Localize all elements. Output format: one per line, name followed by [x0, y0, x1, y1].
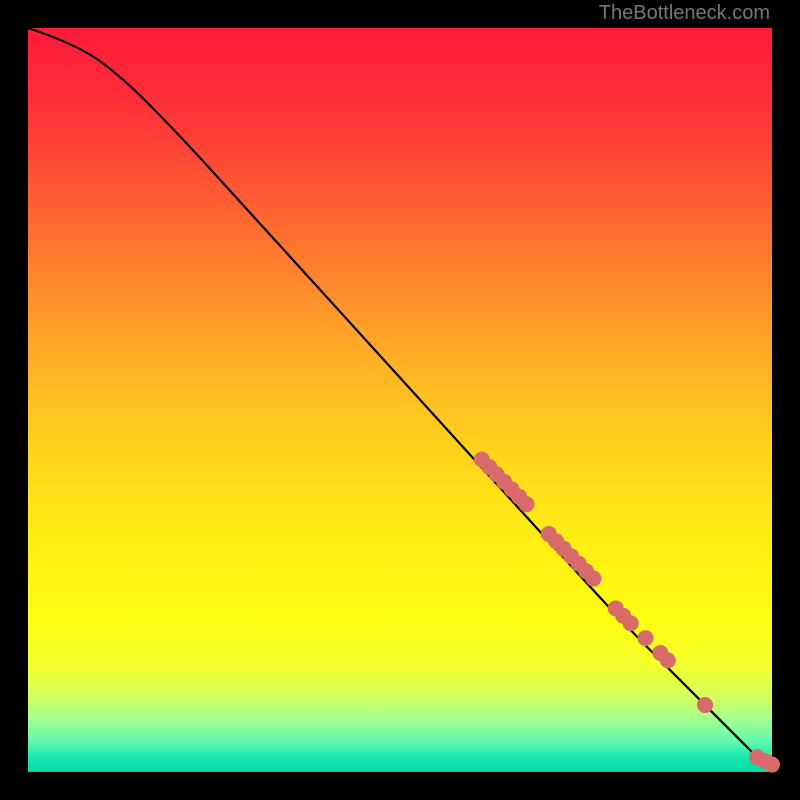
data-dot [638, 630, 654, 646]
data-dot [623, 615, 639, 631]
data-dot [585, 571, 601, 587]
data-dot [764, 757, 780, 773]
data-dot [697, 697, 713, 713]
data-dot [660, 652, 676, 668]
data-dot [518, 496, 534, 512]
scatter-group [474, 452, 780, 773]
attribution-text: TheBottleneck.com [599, 2, 770, 25]
chart-overlay [28, 28, 772, 772]
